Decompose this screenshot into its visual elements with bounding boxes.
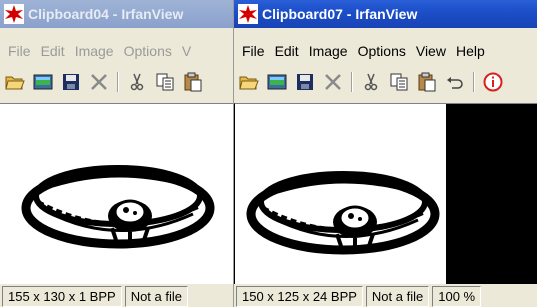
toolbar-separator bbox=[473, 72, 475, 92]
image-canvas[interactable] bbox=[234, 103, 537, 284]
delete-icon[interactable] bbox=[322, 71, 344, 93]
image-canvas[interactable] bbox=[0, 103, 233, 284]
irfanview-app-icon bbox=[4, 4, 24, 24]
menu-edit[interactable]: Edit bbox=[41, 43, 65, 59]
status-zoom: 100 % bbox=[432, 286, 482, 307]
slideshow-icon[interactable] bbox=[32, 71, 54, 93]
save-icon[interactable] bbox=[60, 71, 82, 93]
menu-view[interactable]: V bbox=[182, 43, 191, 59]
cut-icon[interactable] bbox=[360, 71, 382, 93]
toolbar-separator bbox=[351, 72, 353, 92]
irfanview-app-icon bbox=[238, 4, 258, 24]
status-file: Not a file bbox=[124, 286, 188, 307]
cut-icon[interactable] bbox=[126, 71, 148, 93]
title-bar[interactable]: Clipboard04 - IrfanView bbox=[0, 0, 233, 28]
window-title: Clipboard07 - IrfanView bbox=[262, 6, 418, 22]
toolbar-separator bbox=[117, 72, 119, 92]
status-file: Not a file bbox=[365, 286, 430, 307]
irfanview-window-clipboard04[interactable]: Clipboard04 - IrfanView File Edit Image … bbox=[0, 0, 233, 307]
window-title: Clipboard04 - IrfanView bbox=[28, 6, 184, 22]
copy-icon[interactable] bbox=[154, 71, 176, 93]
delete-icon[interactable] bbox=[88, 71, 110, 93]
menu-view[interactable]: View bbox=[416, 43, 446, 59]
open-folder-icon[interactable] bbox=[238, 71, 260, 93]
status-bar: 150 x 125 x 24 BPP Not a file 100 % bbox=[234, 286, 537, 307]
menu-image[interactable]: Image bbox=[75, 43, 114, 59]
menu-bar: File Edit Image Options V bbox=[0, 40, 233, 62]
status-image-info: 155 x 130 x 1 BPP bbox=[2, 286, 122, 307]
canvas-background-fill bbox=[446, 104, 537, 284]
menu-bar: File Edit Image Options View Help bbox=[234, 40, 537, 62]
status-image-info: 150 x 125 x 24 BPP bbox=[236, 286, 363, 307]
copy-icon[interactable] bbox=[388, 71, 410, 93]
paste-icon[interactable] bbox=[182, 71, 204, 93]
status-bar: 155 x 130 x 1 BPP Not a file bbox=[0, 286, 233, 307]
slideshow-icon[interactable] bbox=[266, 71, 288, 93]
toolbar bbox=[0, 69, 233, 95]
menu-help[interactable]: Help bbox=[456, 43, 485, 59]
save-icon[interactable] bbox=[294, 71, 316, 93]
menu-file[interactable]: File bbox=[242, 43, 265, 59]
menu-options[interactable]: Options bbox=[124, 43, 172, 59]
ring-image bbox=[243, 122, 443, 272]
undo-icon[interactable] bbox=[444, 71, 466, 93]
ring-image bbox=[18, 116, 218, 266]
menu-file[interactable]: File bbox=[8, 43, 31, 59]
menu-options[interactable]: Options bbox=[358, 43, 406, 59]
toolbar bbox=[234, 69, 537, 95]
paste-icon[interactable] bbox=[416, 71, 438, 93]
irfanview-window-clipboard07[interactable]: Clipboard07 - IrfanView File Edit Image … bbox=[233, 0, 537, 307]
open-folder-icon[interactable] bbox=[4, 71, 26, 93]
menu-image[interactable]: Image bbox=[309, 43, 348, 59]
title-bar[interactable]: Clipboard07 - IrfanView bbox=[234, 0, 537, 28]
info-icon[interactable] bbox=[482, 71, 504, 93]
menu-edit[interactable]: Edit bbox=[275, 43, 299, 59]
